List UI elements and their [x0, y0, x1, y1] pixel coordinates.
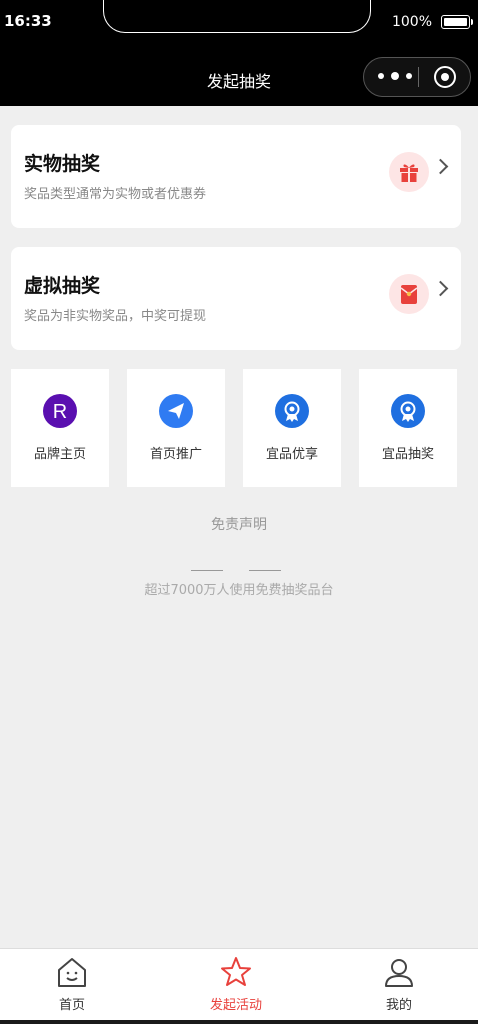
capsule-divider — [418, 67, 419, 87]
close-target-icon[interactable] — [434, 66, 456, 88]
divider — [191, 570, 223, 571]
mini-program-capsule — [363, 57, 471, 97]
chevron-right-icon — [432, 158, 449, 175]
badge-icon — [275, 394, 309, 428]
tile-yipin-youxiang[interactable]: 宜品优享 — [243, 369, 341, 487]
card-title: 实物抽奖 — [24, 153, 101, 175]
red-envelope-icon — [389, 274, 429, 314]
chevron-right-icon — [432, 280, 449, 297]
tab-label: 首页 — [58, 998, 85, 1013]
status-bar: 16:33 100% — [0, 0, 478, 48]
card-subtitle: 奖品为非实物奖品，中奖可提现 — [24, 309, 207, 324]
brand-r-icon: R — [43, 394, 77, 428]
gift-icon — [389, 152, 429, 192]
tab-mine[interactable]: 我的 — [349, 949, 449, 1021]
paper-plane-icon — [159, 394, 193, 428]
status-time: 16:33 — [4, 12, 52, 30]
notch — [103, 0, 371, 33]
battery-icon — [441, 15, 473, 29]
virtual-lottery-card[interactable]: 虚拟抽奖 奖品为非实物奖品，中奖可提现 — [11, 247, 461, 350]
divider — [249, 570, 281, 571]
footer-slogan: 超过7000万人使用免费抽奖品台 — [144, 583, 334, 598]
disclaimer-link[interactable]: 免责声明 — [0, 514, 478, 534]
card-title: 虚拟抽奖 — [24, 275, 101, 297]
tile-label: 宜品抽奖 — [381, 447, 434, 462]
tile-yipin-lottery[interactable]: 宜品抽奖 — [359, 369, 457, 487]
user-icon — [382, 955, 416, 989]
tab-bar: 首页 发起活动 我的 — [0, 948, 478, 1021]
star-icon — [219, 955, 253, 989]
svg-text:R: R — [53, 401, 67, 423]
tile-label: 首页推广 — [149, 447, 202, 462]
badge-icon — [391, 394, 425, 428]
tab-label: 我的 — [385, 998, 412, 1013]
physical-lottery-card[interactable]: 实物抽奖 奖品类型通常为实物或者优惠券 — [11, 125, 461, 228]
tab-label: 发起活动 — [209, 998, 262, 1013]
tile-label: 宜品优享 — [265, 447, 318, 462]
tile-label: 品牌主页 — [33, 447, 86, 462]
tile-brand-homepage[interactable]: R 品牌主页 — [11, 369, 109, 487]
tab-create-activity[interactable]: 发起活动 — [186, 949, 286, 1021]
home-icon — [55, 955, 89, 989]
battery-percent: 100% — [391, 14, 432, 30]
home-indicator — [0, 1020, 478, 1024]
nav-bar: 发起抽奖 — [0, 48, 478, 106]
tile-homepage-promotion[interactable]: 首页推广 — [127, 369, 225, 487]
more-icon[interactable] — [378, 69, 412, 83]
tab-home[interactable]: 首页 — [22, 949, 122, 1021]
card-subtitle: 奖品类型通常为实物或者优惠券 — [24, 187, 207, 202]
